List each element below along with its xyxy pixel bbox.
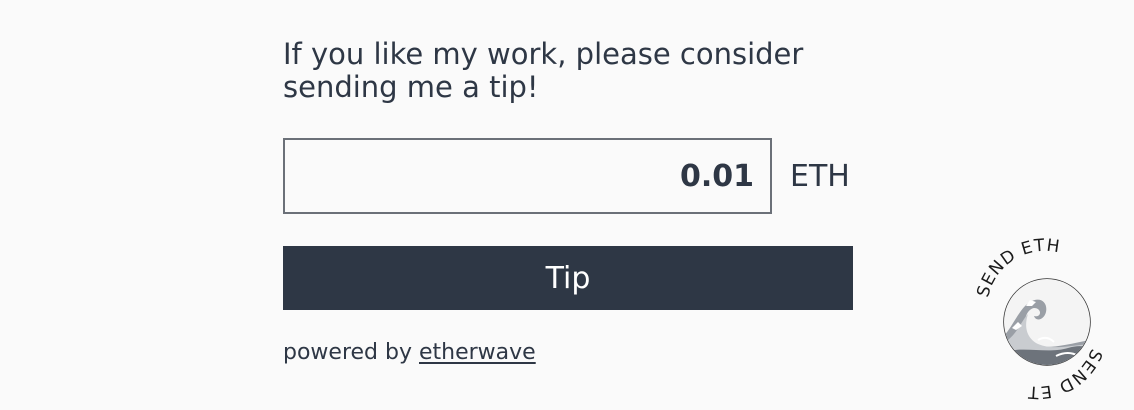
tip-message: If you like my work, please consider sen…	[283, 37, 804, 104]
powered-by-prefix: powered by	[283, 340, 419, 365]
send-eth-badge[interactable]: SEND ETH SEND ETH	[961, 221, 1128, 406]
tip-widget: If you like my work, please consider sen…	[283, 38, 853, 365]
tip-button[interactable]: Tip	[283, 246, 853, 310]
etherwave-link[interactable]: etherwave	[419, 340, 536, 365]
powered-by: powered by etherwave	[283, 340, 853, 365]
page: If you like my work, please consider sen…	[0, 0, 1134, 410]
amount-input[interactable]	[283, 138, 772, 214]
ocean-wave-icon	[1003, 278, 1091, 366]
amount-row: ETH	[283, 138, 853, 214]
currency-label: ETH	[790, 158, 850, 194]
